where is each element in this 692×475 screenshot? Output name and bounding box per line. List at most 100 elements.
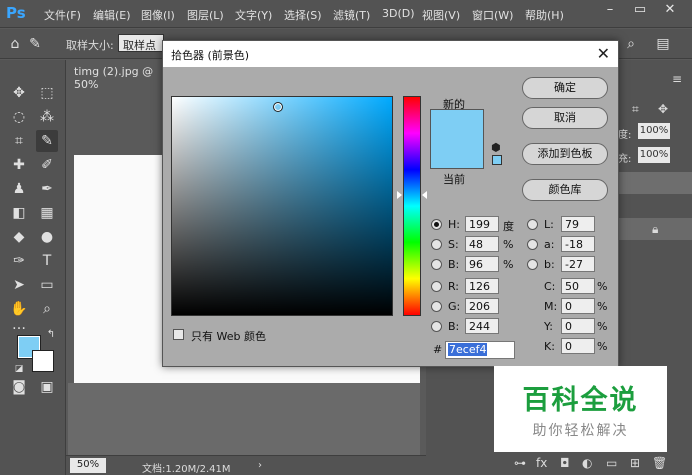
menu-file[interactable]: 文件(F) [44, 7, 81, 23]
menu-window[interactable]: 窗口(W) [472, 7, 513, 23]
healing-brush-icon[interactable]: ✚ [8, 154, 30, 176]
web-colors-only-checkbox[interactable] [173, 329, 184, 340]
type-tool-icon[interactable]: T [36, 250, 58, 272]
home-icon[interactable]: ⌂ [4, 33, 26, 55]
gradient-tool-icon[interactable]: ▦ [36, 202, 58, 224]
marquee-tool-icon[interactable]: ⬚ [36, 82, 58, 104]
layer-mask-icon[interactable]: ◘ [560, 456, 570, 470]
minimize-icon[interactable]: – [598, 0, 622, 20]
hue-slider[interactable] [403, 96, 421, 316]
s-label: S: [448, 238, 459, 251]
eraser-tool-icon[interactable]: ◧ [8, 202, 30, 224]
close-icon[interactable]: ✕ [597, 44, 610, 63]
group-folder-icon[interactable]: ▭ [606, 456, 617, 470]
radio-blue[interactable] [431, 321, 442, 332]
close-icon[interactable]: ✕ [658, 0, 682, 20]
radio-b[interactable] [431, 259, 442, 270]
search-icon[interactable]: ⌕ [620, 33, 642, 55]
color-field-cursor[interactable] [273, 102, 283, 112]
s-unit: % [503, 238, 514, 251]
watermark-title: 百科全说 [522, 385, 639, 416]
new-layer-icon[interactable]: ⊞ [630, 456, 640, 470]
blur-tool-icon[interactable]: ◆ [8, 226, 30, 248]
add-to-swatches-button[interactable]: 添加到色板 [522, 143, 608, 165]
canvas-pasteboard [68, 383, 420, 455]
link-layers-icon[interactable]: ⊶ [514, 456, 526, 470]
pen-tool-icon[interactable]: ✑ [8, 250, 30, 272]
swap-colors-icon[interactable]: ↰ [40, 324, 62, 346]
k-field[interactable]: 0 [561, 338, 595, 354]
shape-tool-icon[interactable]: ▭ [36, 274, 58, 296]
workspace-icon[interactable]: ▤ [652, 33, 674, 55]
lab-b-field[interactable]: -27 [561, 256, 595, 272]
eyedropper-preset-icon[interactable]: ✎ [24, 33, 46, 55]
more-tools-icon[interactable]: … [8, 314, 30, 336]
radio-l[interactable] [527, 219, 538, 230]
web-safe-swatch[interactable] [492, 155, 502, 165]
r-field[interactable]: 126 [465, 278, 499, 294]
radio-r[interactable] [431, 281, 442, 292]
fx-icon[interactable]: fx [536, 456, 547, 470]
quick-mask-icon[interactable]: ◙ [8, 376, 30, 398]
panel-menu-icon[interactable]: ≡ [672, 72, 682, 86]
maximize-icon[interactable]: ▭ [628, 0, 652, 20]
trash-icon[interactable]: 🗑︎ [652, 456, 667, 470]
opacity-field[interactable]: 100% [638, 123, 670, 139]
magic-wand-icon[interactable]: ⁂ [36, 106, 58, 128]
current-color-swatch[interactable] [430, 139, 484, 169]
fill-field[interactable]: 100% [638, 147, 670, 163]
cancel-button[interactable]: 取消 [522, 107, 608, 129]
radio-a[interactable] [527, 239, 538, 250]
menu-view[interactable]: 视图(V) [422, 7, 460, 23]
color-libraries-button[interactable]: 颜色库 [522, 179, 608, 201]
menu-edit[interactable]: 编辑(E) [93, 7, 131, 23]
crop-tool-icon[interactable]: ⌗ [8, 130, 30, 152]
hue-slider-handle-left[interactable] [397, 191, 402, 199]
lasso-tool-icon[interactable]: ◌ [8, 106, 30, 128]
menu-select[interactable]: 选择(S) [284, 7, 322, 23]
saturation-brightness-field[interactable] [171, 96, 393, 316]
radio-s[interactable] [431, 239, 442, 250]
document-tab[interactable]: timg (2).jpg @ 50% [68, 60, 168, 91]
zoom-tool-icon[interactable]: ⌕ [36, 298, 58, 320]
sample-size-select[interactable]: 取样点 [118, 34, 164, 52]
chevron-right-icon[interactable]: › [258, 460, 262, 471]
h-label: H: [448, 218, 460, 231]
l-field[interactable]: 79 [561, 216, 595, 232]
dodge-tool-icon[interactable]: ● [36, 226, 58, 248]
hue-slider-handle-right[interactable] [422, 191, 427, 199]
menu-filter[interactable]: 滤镜(T) [333, 7, 370, 23]
menu-layer[interactable]: 图层(L) [187, 7, 224, 23]
ok-button[interactable]: 确定 [522, 77, 608, 99]
lock-pixels-icon[interactable]: ⌗ [632, 102, 639, 117]
background-color-swatch[interactable] [32, 350, 54, 372]
menu-3d[interactable]: 3D(D) [382, 7, 415, 20]
radio-g[interactable] [431, 301, 442, 312]
clone-stamp-icon[interactable]: ♟ [8, 178, 30, 200]
menu-help[interactable]: 帮助(H) [525, 7, 564, 23]
brush-tool-icon[interactable]: ✐ [36, 154, 58, 176]
move-tool-icon[interactable]: ✥ [8, 82, 30, 104]
lock-position-icon[interactable]: ✥ [658, 102, 668, 116]
blue-field[interactable]: 244 [465, 318, 499, 334]
radio-h[interactable] [431, 219, 442, 230]
adjustment-layer-icon[interactable]: ◐ [582, 456, 592, 470]
radio-lab-b[interactable] [527, 259, 538, 270]
eyedropper-tool-icon[interactable]: ✎ [36, 130, 58, 152]
c-field[interactable]: 50 [561, 278, 595, 294]
menu-type[interactable]: 文字(Y) [235, 7, 272, 23]
history-brush-icon[interactable]: ✒ [36, 178, 58, 200]
s-field[interactable]: 48 [465, 236, 499, 252]
h-field[interactable]: 199 [465, 216, 499, 232]
screen-mode-icon[interactable]: ▣ [36, 376, 58, 398]
a-field[interactable]: -18 [561, 236, 595, 252]
y-field[interactable]: 0 [561, 318, 595, 334]
g-field[interactable]: 206 [465, 298, 499, 314]
path-select-icon[interactable]: ➤ [8, 274, 30, 296]
zoom-level-field[interactable]: 50% [70, 458, 106, 473]
m-field[interactable]: 0 [561, 298, 595, 314]
hex-input[interactable]: 7ecef4 [445, 341, 515, 359]
menu-image[interactable]: 图像(I) [141, 7, 175, 23]
b-field[interactable]: 96 [465, 256, 499, 272]
sample-size-label: 取样大小: [66, 39, 114, 52]
